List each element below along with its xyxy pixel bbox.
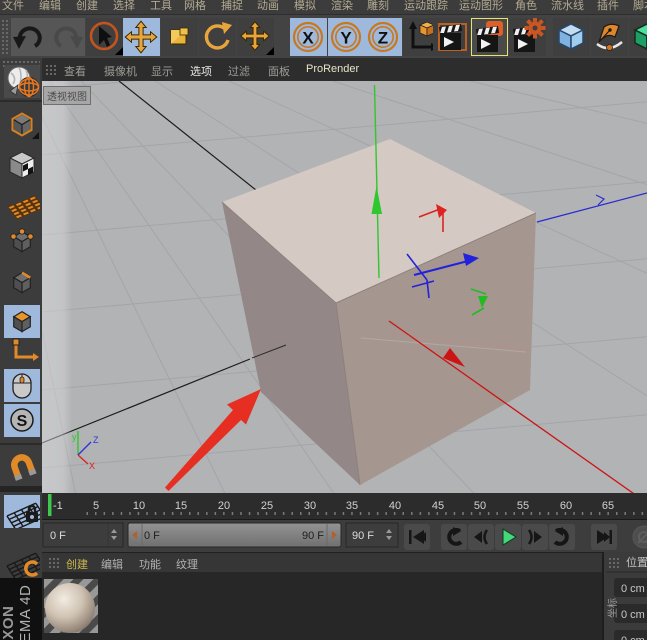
svg-text:0 cm: 0 cm bbox=[621, 635, 645, 640]
svg-text:90 F: 90 F bbox=[352, 530, 374, 542]
svg-text:45: 45 bbox=[432, 500, 444, 512]
svg-text:0 F: 0 F bbox=[144, 530, 160, 542]
svg-text:65: 65 bbox=[602, 500, 614, 512]
svg-text:Y: Y bbox=[340, 29, 352, 48]
svg-text:25: 25 bbox=[261, 500, 273, 512]
svg-text:Z: Z bbox=[378, 29, 388, 48]
svg-text:60: 60 bbox=[560, 500, 572, 512]
svg-text:40: 40 bbox=[389, 500, 401, 512]
svg-text:-1: -1 bbox=[53, 500, 63, 512]
svg-text:55: 55 bbox=[517, 500, 529, 512]
svg-text:10: 10 bbox=[133, 500, 145, 512]
svg-text:0 cm: 0 cm bbox=[621, 609, 645, 621]
svg-text:0 cm: 0 cm bbox=[621, 583, 645, 595]
svg-text:35: 35 bbox=[346, 500, 358, 512]
svg-text:30: 30 bbox=[304, 500, 316, 512]
svg-text:S: S bbox=[17, 413, 28, 430]
svg-text:Z: Z bbox=[93, 435, 99, 445]
svg-text:20: 20 bbox=[218, 500, 230, 512]
svg-text:位置: 位置 bbox=[626, 555, 647, 569]
svg-text:y: y bbox=[72, 432, 77, 442]
svg-text:5: 5 bbox=[93, 500, 99, 512]
svg-text:15: 15 bbox=[175, 500, 187, 512]
svg-text:X: X bbox=[89, 461, 95, 471]
svg-text:X: X bbox=[302, 29, 314, 48]
svg-text:50: 50 bbox=[474, 500, 486, 512]
svg-text:90 F: 90 F bbox=[302, 530, 324, 542]
svg-text:0 F: 0 F bbox=[50, 530, 66, 542]
